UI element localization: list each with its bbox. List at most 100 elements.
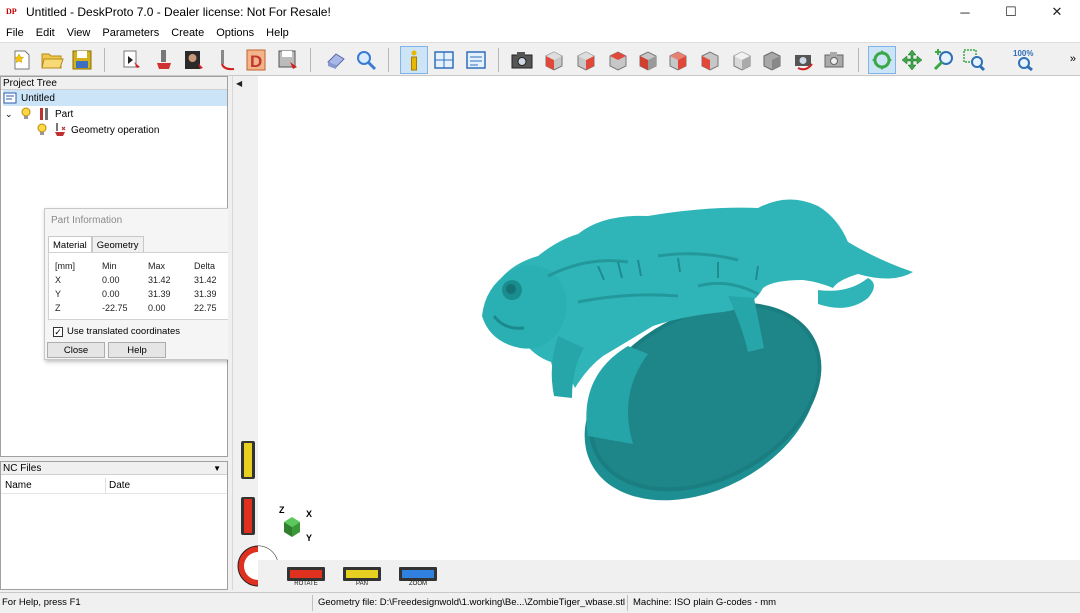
import-geometry-button[interactable] <box>118 46 146 74</box>
svg-text:Z: Z <box>279 505 285 515</box>
view-right-button[interactable] <box>664 46 692 74</box>
folder-open-icon <box>41 53 64 69</box>
view-front-button[interactable] <box>572 46 600 74</box>
view-back-button[interactable] <box>604 46 632 74</box>
open-button[interactable] <box>38 46 66 74</box>
toolbar: D 100% » <box>0 42 1080 76</box>
new-file-icon <box>13 50 30 70</box>
cube-back-icon <box>609 51 627 71</box>
view-bottom-button[interactable] <box>728 46 756 74</box>
tree-item-part[interactable]: ⌄ Part <box>5 106 73 122</box>
part-icon <box>37 107 51 121</box>
project-tree-header: Project Tree <box>1 77 227 90</box>
zoom-window-icon <box>963 49 986 72</box>
toolbar-overflow-button[interactable]: » <box>1070 53 1076 65</box>
d-letter-icon: D <box>246 49 266 71</box>
pan-slider[interactable] <box>240 440 256 480</box>
row-delta: 31.42 <box>194 275 217 285</box>
tree-item-label: Geometry operation <box>71 124 160 136</box>
rotate-label: ROTATE <box>294 581 318 587</box>
lightbulb-icon[interactable] <box>35 123 49 137</box>
window-title: Untitled - DeskProto 7.0 - Dealer licens… <box>26 5 331 19</box>
zoom-100-icon: 100% <box>1013 49 1033 72</box>
part-parameters-button[interactable] <box>150 46 178 74</box>
design-button[interactable]: D <box>242 46 270 74</box>
save-button[interactable] <box>68 46 96 74</box>
window-list-icon <box>466 51 486 69</box>
lightbulb-icon[interactable] <box>19 107 33 121</box>
use-translated-coordinates-checkbox[interactable]: ✓ Use translated coordinates <box>53 326 180 337</box>
operation-parameters-button[interactable] <box>180 46 208 74</box>
cube-right-icon <box>669 51 687 71</box>
view-left-button[interactable] <box>634 46 662 74</box>
column-header: [mm] <box>55 261 75 271</box>
dropdown-arrow-icon[interactable]: ▼ <box>213 462 221 475</box>
3d-viewport[interactable]: Z X Y <box>258 76 1080 590</box>
new-project-button[interactable] <box>8 46 36 74</box>
tab-geometry[interactable]: Geometry <box>91 236 144 253</box>
cube-gray-icon <box>733 51 751 71</box>
zoom-control[interactable] <box>399 567 437 581</box>
zoom-100-button[interactable]: 100% <box>1010 46 1038 74</box>
column-name-header[interactable]: Name <box>5 480 32 491</box>
minimize-button[interactable]: ─ <box>942 0 988 24</box>
row-axis: Y <box>55 289 62 299</box>
column-header: Min <box>102 261 117 271</box>
close-dialog-button[interactable]: Close <box>47 342 105 358</box>
zoom-window-button[interactable] <box>960 46 988 74</box>
part-information-dialog: Part Information Material Geometry [mm] … <box>44 208 248 360</box>
tree-item-untitled[interactable]: Untitled <box>3 90 227 106</box>
svg-text:100%: 100% <box>1013 49 1033 58</box>
status-help: For Help, press F1 <box>2 597 81 608</box>
part-info-button[interactable] <box>400 46 428 74</box>
menu-view[interactable]: View <box>61 27 97 39</box>
inspect-button[interactable] <box>352 46 380 74</box>
view-iso-button[interactable] <box>540 46 568 74</box>
pan-mode-button[interactable] <box>898 46 926 74</box>
view-reset-button[interactable] <box>820 46 848 74</box>
menu-file[interactable]: File <box>0 27 30 39</box>
row-min: 0.00 <box>102 289 120 299</box>
screenshot-button[interactable] <box>508 46 536 74</box>
rotate-mode-button[interactable] <box>868 46 896 74</box>
split-view-button[interactable] <box>430 46 458 74</box>
row-max: 0.00 <box>148 303 166 313</box>
save-nc-button[interactable] <box>274 46 302 74</box>
menu-create[interactable]: Create <box>165 27 210 39</box>
menu-help[interactable]: Help <box>260 27 295 39</box>
zoom-mode-button[interactable] <box>930 46 958 74</box>
tree-item-geometry-operation[interactable]: Geometry operation <box>35 122 159 138</box>
column-header: Max <box>148 261 166 271</box>
column-date-header[interactable]: Date <box>109 480 130 491</box>
simulation-button[interactable] <box>322 46 350 74</box>
view-perspective-button[interactable] <box>758 46 786 74</box>
checkbox-box[interactable]: ✓ <box>53 326 63 337</box>
camera-rotate-icon <box>795 55 813 71</box>
svg-text:X: X <box>306 509 312 519</box>
svg-text:D: D <box>250 52 262 71</box>
view-rotate-button[interactable] <box>790 46 818 74</box>
rotate-control[interactable] <box>287 567 325 581</box>
chevron-down-icon[interactable]: ⌄ <box>5 109 19 120</box>
view-top-button[interactable] <box>696 46 724 74</box>
menu-edit[interactable]: Edit <box>30 27 61 39</box>
collapse-panel-icon[interactable]: ◀ <box>236 79 242 88</box>
deskproto-window: DP Untitled - DeskProto 7.0 - Dealer lic… <box>0 0 1080 613</box>
menu-parameters[interactable]: Parameters <box>96 27 165 39</box>
portrait-icon <box>185 51 203 69</box>
nc-files-title: NC Files <box>3 463 42 474</box>
pan-control[interactable] <box>343 567 381 581</box>
rotate-arrows-icon <box>872 50 892 70</box>
nc-files-header: NC Files ▼ <box>1 462 227 475</box>
toolpath-button[interactable] <box>212 46 240 74</box>
help-button[interactable]: Help <box>108 342 166 358</box>
zombie-tiger-model <box>482 199 913 501</box>
row-axis: Z <box>55 303 61 313</box>
rotate-slider[interactable] <box>240 496 256 536</box>
maximize-button[interactable]: ☐ <box>988 0 1034 24</box>
view-properties-button[interactable] <box>462 46 490 74</box>
row-axis: X <box>55 275 62 285</box>
close-button[interactable]: ✕ <box>1034 0 1080 24</box>
menu-options[interactable]: Options <box>210 27 260 39</box>
move-arrows-icon <box>901 49 923 71</box>
